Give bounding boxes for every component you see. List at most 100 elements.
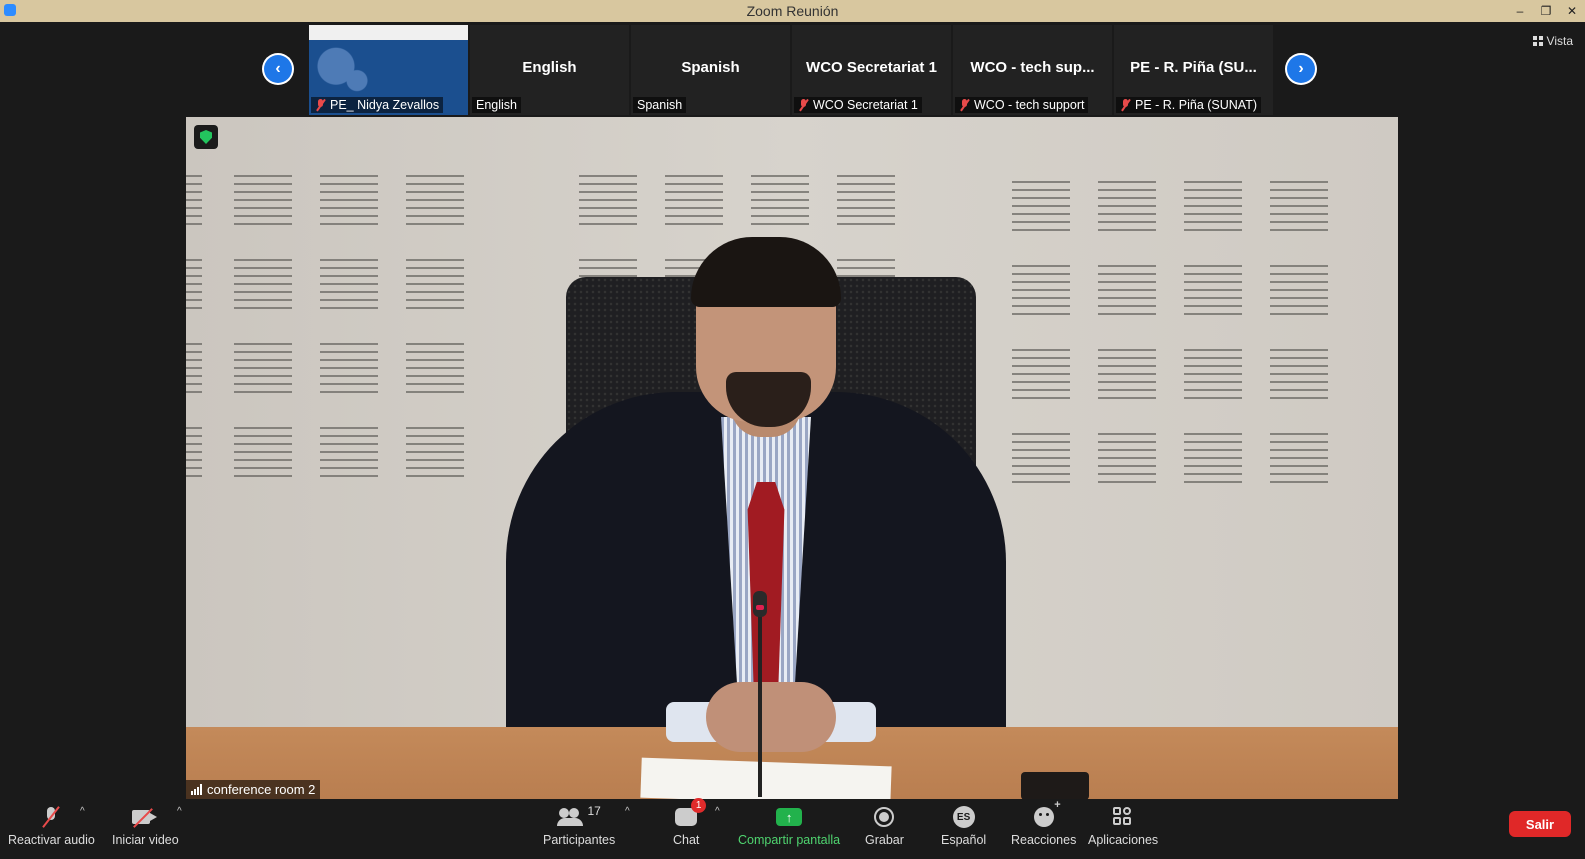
participants-count: 17 — [587, 804, 601, 818]
wall-grille — [1184, 181, 1242, 237]
wall-grille — [1270, 349, 1328, 405]
world-map-graphic — [315, 47, 385, 95]
participant-strip: PE_ Nidya Zevallos English English Spani… — [309, 25, 1273, 115]
video-name-tag: conference room 2 — [186, 780, 321, 799]
participant-name-tag: English — [472, 97, 521, 113]
wall-grille — [234, 259, 292, 315]
participant-label: PE_ Nidya Zevallos — [330, 98, 440, 112]
audio-label: Reactivar audio — [8, 833, 95, 847]
share-label: Compartir pantalla — [738, 833, 841, 847]
participant-display-name: PE - R. Piña (SU... — [1130, 59, 1257, 76]
restore-button[interactable]: ❐ — [1533, 0, 1559, 22]
zoom-app-icon — [4, 4, 16, 16]
reactions-button[interactable]: Reacciones — [1011, 799, 1077, 847]
audio-options-caret[interactable]: ^ — [80, 806, 85, 817]
wall-grille — [186, 427, 202, 483]
wall-grille — [1270, 265, 1328, 321]
wall-grille — [1270, 433, 1328, 489]
wall-grille — [320, 343, 378, 399]
wall-grille — [1098, 433, 1156, 489]
wall-grille — [1012, 265, 1070, 321]
leave-meeting-button[interactable]: Salir — [1509, 811, 1571, 837]
close-button[interactable]: ✕ — [1559, 0, 1585, 22]
language-icon: ES — [952, 806, 975, 828]
participant-name-tag: WCO Secretariat 1 — [794, 97, 922, 113]
wall-grille — [665, 175, 723, 231]
participant-name-tag: PE_ Nidya Zevallos — [311, 97, 444, 113]
participant-label: English — [476, 98, 517, 112]
wall-grille — [320, 427, 378, 483]
view-button[interactable]: Vista — [1532, 34, 1573, 48]
participant-display-name: English — [522, 59, 577, 76]
window-title: Zoom Reunión — [746, 3, 839, 19]
participant-tile[interactable]: PE_ Nidya Zevallos — [309, 25, 468, 115]
record-button[interactable]: Grabar — [865, 804, 904, 847]
wall-grille — [1184, 433, 1242, 489]
wall-grille — [406, 343, 464, 399]
main-video-feed[interactable]: conference room 2 — [186, 117, 1398, 799]
participant-label: WCO Secretariat 1 — [813, 98, 918, 112]
record-icon — [874, 807, 895, 827]
language-label: Español — [941, 833, 987, 847]
encryption-shield-icon[interactable] — [194, 125, 218, 149]
wall-grille — [186, 259, 202, 315]
meeting-stage: Vista ‹ › PE_ Nidya Zevallos English Eng… — [0, 22, 1585, 859]
participant-display-name: WCO Secretariat 1 — [806, 59, 937, 76]
wall-grille — [1184, 349, 1242, 405]
record-label: Grabar — [865, 833, 904, 847]
participant-display-name: Spanish — [681, 59, 740, 76]
participant-tile[interactable]: WCO - tech sup... WCO - tech support — [953, 25, 1112, 115]
chevron-left-icon: ‹ — [264, 55, 292, 83]
participant-name-tag: Spanish — [633, 97, 687, 113]
chat-label: Chat — [673, 833, 700, 847]
participant-tile[interactable]: WCO Secretariat 1 WCO Secretariat 1 — [792, 25, 951, 115]
apps-label: Aplicaciones — [1088, 833, 1159, 847]
share-screen-button[interactable]: ↑ Compartir pantalla — [738, 804, 840, 847]
video-label: Iniciar video — [112, 833, 179, 847]
participant-tile[interactable]: PE - R. Piña (SU... PE - R. Piña (SUNAT) — [1114, 25, 1273, 115]
meeting-toolbar: Reactivar audio ^ Iniciar video ^ 17 Par… — [0, 798, 1585, 859]
microphone-muted-icon — [44, 807, 58, 827]
participant-label: PE - R. Piña (SUNAT) — [1135, 98, 1258, 112]
signal-strength-icon — [191, 784, 202, 795]
participants-button[interactable]: 17 Participantes — [543, 804, 615, 847]
wall-grille — [234, 343, 292, 399]
wall-grille — [1098, 265, 1156, 321]
language-interpretation-button[interactable]: ES Español — [941, 804, 986, 847]
wall-grille — [234, 427, 292, 483]
chevron-right-icon: › — [1287, 55, 1315, 83]
video-microphone-head — [753, 591, 767, 617]
video-microphone-stem — [758, 597, 762, 797]
mic-muted-icon — [798, 99, 809, 111]
video-options-caret[interactable]: ^ — [177, 806, 182, 817]
participant-tile[interactable]: English English — [470, 25, 629, 115]
next-participants-button[interactable]: › — [1285, 53, 1317, 85]
mic-muted-icon — [315, 99, 326, 111]
prev-participants-button[interactable]: ‹ — [262, 53, 294, 85]
mic-muted-icon — [959, 99, 970, 111]
chat-button[interactable]: 1 Chat — [673, 798, 707, 847]
participant-tile[interactable]: Spanish Spanish — [631, 25, 790, 115]
smiley-add-icon — [1033, 799, 1061, 827]
minimize-button[interactable]: – — [1507, 0, 1533, 22]
window-titlebar: Zoom Reunión – ❐ ✕ — [0, 0, 1585, 22]
wall-grille — [1012, 433, 1070, 489]
wall-grille — [406, 427, 464, 483]
participants-icon — [557, 808, 584, 826]
apps-button[interactable]: Aplicaciones — [1088, 804, 1158, 847]
mic-muted-icon — [1120, 99, 1131, 111]
start-video-button[interactable]: Iniciar video — [112, 804, 179, 847]
wall-grille — [406, 259, 464, 315]
reactions-label: Reacciones — [1011, 833, 1077, 847]
participants-options-caret[interactable]: ^ — [625, 806, 630, 817]
camera-off-icon — [132, 808, 158, 826]
wall-grille — [186, 343, 202, 399]
apps-icon — [1113, 807, 1133, 827]
chat-options-caret[interactable]: ^ — [715, 806, 720, 817]
wall-grille — [1012, 181, 1070, 237]
chat-unread-badge: 1 — [691, 798, 707, 813]
share-screen-icon: ↑ — [776, 808, 803, 826]
wall-grille — [186, 175, 202, 231]
participant-display-name: WCO - tech sup... — [970, 59, 1095, 76]
wall-grille — [751, 175, 809, 231]
